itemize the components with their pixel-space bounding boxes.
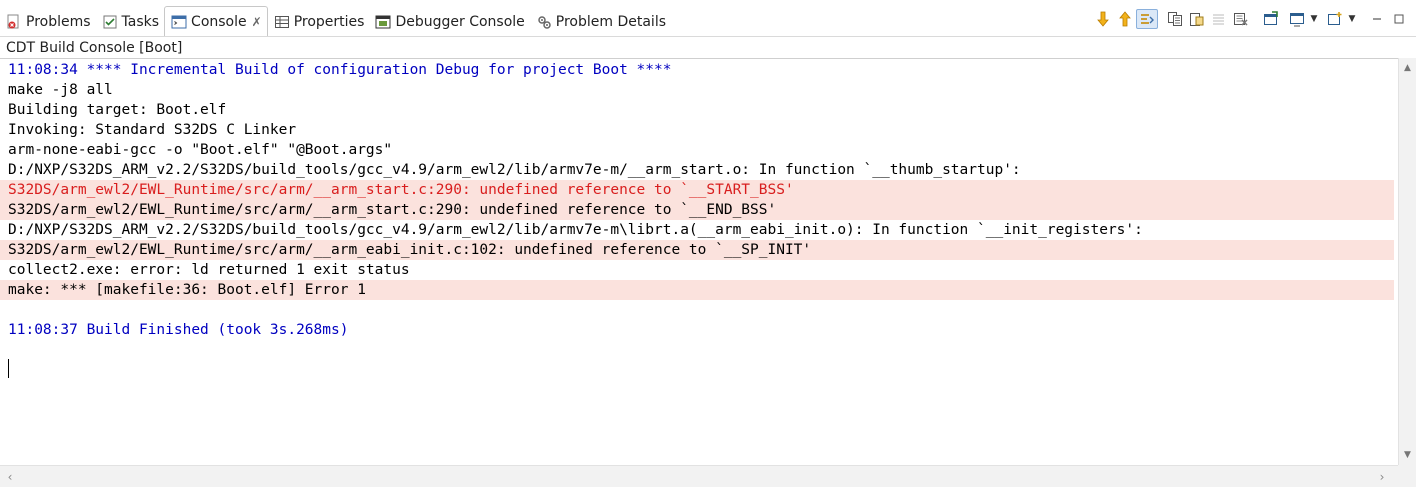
link-icon[interactable]: [1136, 9, 1158, 29]
tab-label: Properties: [293, 13, 365, 30]
console-icon: [171, 14, 187, 30]
console-line: arm-none-eabi-gcc -o "Boot.elf" "@Boot.a…: [8, 142, 393, 158]
tab-label: Debugger Console: [395, 13, 525, 30]
horizontal-scrollbar[interactable]: ‹ ›: [0, 465, 1398, 487]
console-line: collect2.exe: error: ld returned 1 exit …: [8, 262, 410, 278]
tab-label: Tasks: [121, 13, 160, 30]
console-line: Invoking: Standard S32DS C Linker: [8, 122, 297, 138]
chevron-down-icon[interactable]: ▼: [1308, 9, 1320, 29]
problem-details-icon: [536, 14, 552, 30]
arrow-up-icon[interactable]: [1114, 9, 1136, 29]
clear-icon[interactable]: [1208, 9, 1230, 29]
console-line: make -j8 all: [8, 82, 113, 98]
console-line: S32DS/arm_ewl2/EWL_Runtime/src/arm/__arm…: [0, 200, 1394, 220]
paste-icon[interactable]: [1186, 9, 1208, 29]
problems-icon: [6, 14, 22, 30]
new-console-icon[interactable]: [1324, 9, 1346, 29]
tab-tasks[interactable]: Tasks: [96, 7, 165, 36]
copy-icon[interactable]: [1164, 9, 1186, 29]
maximize-icon[interactable]: [1388, 9, 1410, 29]
chevron-down-icon[interactable]: ▼: [1346, 9, 1358, 29]
tab-label: Problem Details: [555, 13, 667, 30]
console-line: S32DS/arm_ewl2/EWL_Runtime/src/arm/__arm…: [0, 180, 1394, 200]
view-tab-bar: Problems Tasks Console ✗ Properties Debu…: [0, 0, 1416, 37]
display-console-icon[interactable]: [1286, 9, 1308, 29]
tab-problem-details[interactable]: Problem Details: [530, 7, 671, 36]
tab-console[interactable]: Console ✗: [164, 6, 268, 36]
tab-properties[interactable]: Properties: [268, 7, 370, 36]
text-caret: [8, 359, 9, 378]
scroll-up-icon[interactable]: ▲: [1399, 60, 1416, 76]
console-line: D:/NXP/S32DS_ARM_v2.2/S32DS/build_tools/…: [8, 222, 1143, 238]
console-title: CDT Build Console [Boot]: [6, 40, 183, 56]
console-line: make: *** [makefile:36: Boot.elf] Error …: [0, 280, 1394, 300]
view-tabs: Problems Tasks Console ✗ Properties Debu…: [0, 6, 671, 37]
tab-label: Console: [191, 13, 247, 30]
open-console-icon[interactable]: [1260, 9, 1282, 29]
scroll-down-icon[interactable]: ▼: [1399, 447, 1416, 463]
minimize-icon[interactable]: [1366, 9, 1388, 29]
remove-icon[interactable]: [1230, 9, 1252, 29]
console-line: Building target: Boot.elf: [8, 102, 227, 118]
scroll-right-icon[interactable]: ›: [1374, 466, 1390, 487]
scrollbar-corner: [1398, 465, 1416, 487]
console-lines: 11:08:34 **** Incremental Build of confi…: [0, 60, 1394, 340]
vertical-scrollbar[interactable]: ▲ ▼: [1398, 58, 1416, 465]
console-output[interactable]: 11:08:34 **** Incremental Build of confi…: [0, 58, 1398, 465]
console-line: 11:08:37 Build Finished (took 3s.268ms): [8, 322, 349, 338]
console-toolbar: ▼ ▼: [1092, 9, 1416, 29]
close-icon[interactable]: ✗: [252, 15, 262, 29]
arrow-down-icon[interactable]: [1092, 9, 1114, 29]
tab-problems[interactable]: Problems: [0, 7, 96, 36]
tab-debugger-console[interactable]: Debugger Console: [369, 7, 529, 36]
console-line: S32DS/arm_ewl2/EWL_Runtime/src/arm/__arm…: [0, 240, 1394, 260]
properties-icon: [274, 14, 290, 30]
console-line: 11:08:34 **** Incremental Build of confi…: [8, 62, 672, 78]
debugger-console-icon: [375, 14, 391, 30]
tab-label: Problems: [26, 13, 91, 30]
scroll-left-icon[interactable]: ‹: [2, 466, 18, 487]
console-line: D:/NXP/S32DS_ARM_v2.2/S32DS/build_tools/…: [8, 162, 1021, 178]
tasks-icon: [102, 14, 118, 30]
